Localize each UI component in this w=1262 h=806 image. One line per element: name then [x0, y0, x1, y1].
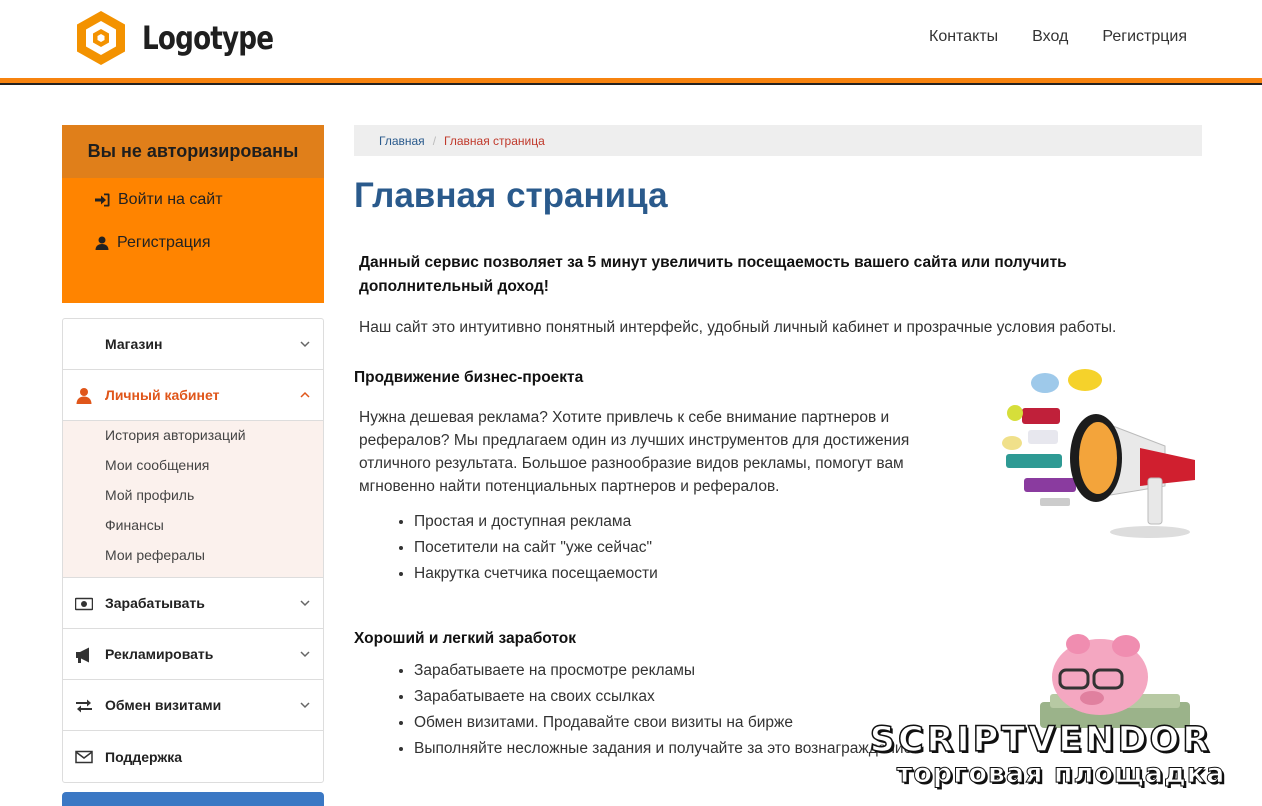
logo-icon	[77, 11, 125, 65]
menu-item-label: Зарабатывать	[105, 595, 205, 611]
breadcrumb-separator: /	[432, 133, 437, 148]
logo-text: Logotype	[142, 19, 274, 57]
sidebar: Вы не авторизированы Войти на сайт Регис…	[62, 125, 324, 783]
menu-item-label: Личный кабинет	[105, 387, 220, 403]
list-item: Зарабатываете на своих ссылках	[414, 688, 954, 714]
lead-text: Данный сервис позволяет за 5 минут увели…	[359, 254, 1067, 295]
envelope-icon	[75, 750, 93, 764]
menu-item-shop[interactable]: Магазин	[63, 319, 323, 370]
nav-login-link[interactable]: Вход	[1032, 28, 1068, 46]
bullhorn-icon	[76, 647, 89, 663]
register-link[interactable]: Регистрация	[62, 221, 324, 264]
section1-list: Простая и доступная реклама Посетители н…	[354, 513, 914, 591]
watermark: SCRIPTVENDOR торговая площадка	[836, 720, 1246, 790]
breadcrumb-home-link[interactable]: Главная	[379, 134, 425, 148]
top-nav: Контакты Вход Регистрция	[929, 28, 1187, 46]
menu-item-earn[interactable]: Зарабатывать	[63, 578, 323, 629]
register-link-label: Регистрация	[117, 233, 211, 251]
chevron-down-icon	[300, 341, 310, 348]
submenu-item-finances[interactable]: Финансы	[105, 517, 323, 547]
auth-title: Вы не авторизированы	[62, 125, 324, 178]
list-item: Посетители на сайт "уже сейчас"	[414, 539, 914, 565]
watermark-subtitle: торговая площадка	[896, 758, 1226, 790]
main-content: Главная / Главная страница Главная стран…	[354, 125, 1202, 337]
list-item: Зарабатываете на просмотре рекламы	[414, 662, 954, 688]
submenu-item-auth-history[interactable]: История авторизаций	[105, 427, 323, 457]
section1-text: Нужна дешевая реклама? Хотите привлечь к…	[359, 409, 910, 495]
menu-item-label: Обмен визитами	[105, 697, 222, 713]
menu-item-label: Поддержка	[105, 748, 183, 765]
submenu-item-messages[interactable]: Мои сообщения	[105, 457, 323, 487]
login-link-label: Войти на сайт	[118, 190, 223, 208]
section1-title: Продвижение бизнес-проекта	[354, 369, 584, 386]
chevron-down-icon	[300, 600, 310, 607]
user-icon	[76, 388, 92, 404]
exchange-icon	[76, 699, 92, 713]
megaphone-illustration	[1002, 369, 1195, 538]
menu-item-label: Рекламировать	[105, 646, 214, 662]
menu-item-exchange[interactable]: Обмен визитами	[63, 680, 323, 731]
list-item: Накрутка счетчика посещаемости	[414, 565, 914, 591]
piggy-bank-illustration	[1040, 634, 1190, 728]
site-header: Logotype Контакты Вход Регистрция	[0, 0, 1262, 78]
nav-contacts-link[interactable]: Контакты	[929, 28, 998, 46]
account-submenu: История авторизаций Мои сообщения Мой пр…	[63, 421, 323, 578]
sidebar-menu: Магазин Личный кабинет История авторизац…	[62, 318, 324, 783]
user-icon	[95, 236, 109, 250]
menu-item-support[interactable]: Поддержка	[63, 731, 323, 782]
logo[interactable]: Logotype	[72, 9, 302, 67]
breadcrumb-current: Главная страница	[444, 133, 545, 148]
menu-item-label: Магазин	[105, 336, 163, 352]
login-link[interactable]: Войти на сайт	[62, 178, 324, 221]
menu-item-account[interactable]: Личный кабинет	[63, 370, 323, 421]
page-title: Главная страница	[354, 176, 668, 215]
auth-panel: Вы не авторизированы Войти на сайт Регис…	[62, 125, 324, 303]
nav-register-link[interactable]: Регистрция	[1102, 28, 1187, 46]
chevron-down-icon	[300, 651, 310, 658]
watermark-title: SCRIPTVENDOR	[869, 720, 1213, 760]
section2-title: Хороший и легкий заработок	[354, 630, 576, 647]
breadcrumb: Главная / Главная страница	[354, 125, 1202, 156]
sidebar-blue-panel-top	[62, 792, 324, 806]
header-dark-rule	[0, 83, 1262, 85]
intro-text: Наш сайт это интуитивно понятный интерфе…	[359, 319, 1117, 336]
chevron-up-icon	[300, 391, 310, 398]
list-item: Простая и доступная реклама	[414, 513, 914, 539]
chevron-down-icon	[300, 702, 310, 709]
sign-in-icon	[95, 193, 110, 206]
money-icon	[75, 597, 93, 611]
menu-item-advertise[interactable]: Рекламировать	[63, 629, 323, 680]
submenu-item-referrals[interactable]: Мои рефералы	[105, 547, 323, 577]
submenu-item-profile[interactable]: Мой профиль	[105, 487, 323, 517]
